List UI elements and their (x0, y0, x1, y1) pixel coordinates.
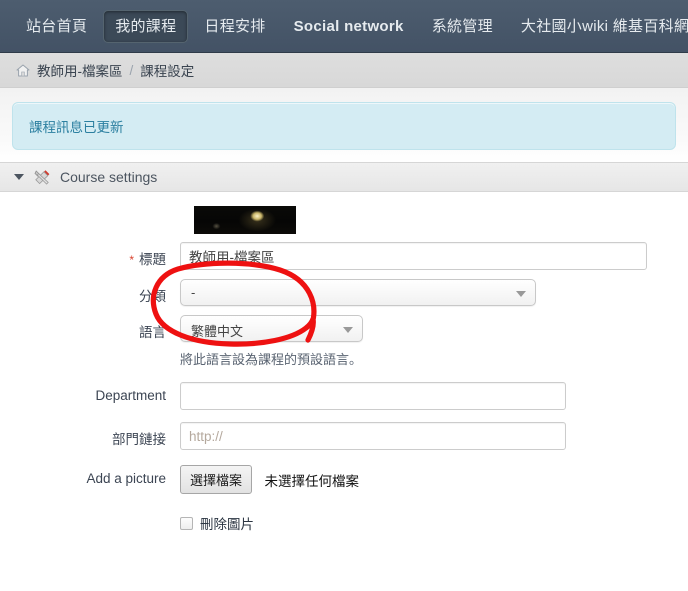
add-picture-label: Add a picture (86, 471, 166, 486)
field-row-department: Department (0, 382, 688, 410)
chevron-down-icon[interactable] (14, 174, 24, 180)
category-label: 分類 (139, 289, 166, 304)
status-notification: 課程訊息已更新 (12, 102, 676, 150)
course-banner-image (194, 206, 296, 234)
language-select-value: 繁體中文 (191, 324, 244, 339)
field-row-department-link: 部門鏈接 (0, 422, 688, 450)
language-hint: 將此語言設為課程的預設語言。 (180, 352, 363, 367)
department-label: Department (95, 388, 166, 403)
category-select[interactable]: - (180, 279, 536, 306)
breadcrumb: 教師用-檔案區 / 課程設定 (0, 53, 688, 88)
field-row-language: 語言 繁體中文 將此語言設為課程的預設語言。 (0, 315, 688, 368)
field-row-add-picture: Add a picture 選擇檔案 未選擇任何檔案 (0, 465, 688, 494)
department-link-label: 部門鏈接 (112, 432, 166, 447)
home-icon[interactable] (16, 64, 30, 77)
language-select[interactable]: 繁體中文 (180, 315, 363, 342)
title-input[interactable] (180, 242, 647, 270)
field-row-delete-picture: 刪除圖片 (0, 513, 688, 533)
breadcrumb-separator: / (129, 62, 134, 78)
course-settings-form: *標題 分類 - 語言 繁體中文 將此 (0, 192, 688, 533)
nav-item-social-network[interactable]: Social network (282, 10, 416, 43)
breadcrumb-item-course[interactable]: 教師用-檔案區 (37, 60, 123, 80)
panel-title: Course settings (60, 169, 158, 185)
nav-item-wiki[interactable]: 大社國小wiki 維基百科網 (509, 10, 688, 43)
nav-item-schedule[interactable]: 日程安排 (192, 10, 277, 43)
chevron-down-icon (516, 291, 526, 297)
field-row-category: 分類 - (0, 279, 688, 306)
page-content: 課程訊息已更新 Course settings * 標題 教師用-檔案區 分類 … (0, 88, 688, 591)
title-label: * 標題 (0, 242, 180, 268)
required-asterisk: * (129, 253, 134, 267)
nav-item-my-courses[interactable]: 我的課程 (103, 9, 189, 43)
chevron-down-icon (343, 327, 353, 333)
department-input[interactable] (180, 382, 566, 410)
department-link-input[interactable] (180, 422, 566, 450)
breadcrumb-item-settings[interactable]: 課程設定 (140, 60, 194, 80)
nav-item-system-admin[interactable]: 系統管理 (420, 10, 505, 43)
course-settings-panel-header[interactable]: Course settings (0, 162, 688, 192)
category-select-value: - (191, 285, 196, 300)
file-status-text: 未選擇任何檔案 (264, 473, 359, 489)
course-banner-wrapper (0, 206, 688, 234)
field-row-title: * 標題 (0, 242, 688, 270)
title-label-text: 標題 (139, 252, 166, 267)
delete-picture-checkbox[interactable] (180, 516, 193, 530)
choose-file-button[interactable]: 選擇檔案 (180, 465, 253, 494)
tools-icon (34, 169, 51, 185)
delete-picture-label: 刪除圖片 (200, 517, 254, 532)
language-label: 語言 (139, 325, 166, 340)
nav-item-site-home[interactable]: 站台首頁 (14, 10, 99, 43)
notification-area: 課程訊息已更新 (0, 88, 688, 162)
main-navigation: 站台首頁 我的課程 日程安排 Social network 系統管理 大社國小w… (0, 0, 688, 53)
